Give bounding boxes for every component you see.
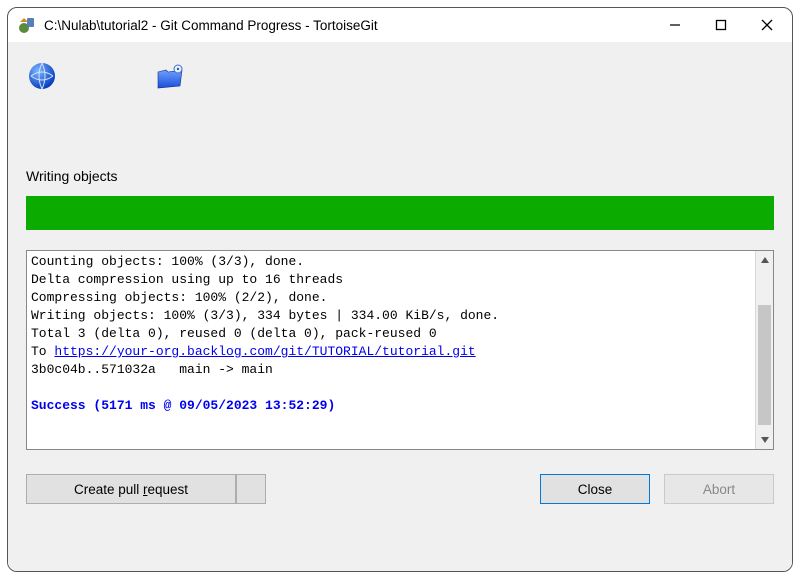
log-output: Counting objects: 100% (3/3), done. Delt… [26,250,774,450]
button-row: Create pull request Close Abort [26,474,774,504]
window-title: C:\Nulab\tutorial2 - Git Command Progres… [44,18,652,33]
scroll-up-icon[interactable] [756,251,773,269]
remote-folder-icon[interactable] [154,60,186,92]
scroll-thumb[interactable] [758,305,771,425]
button-label: Close [578,482,613,497]
success-line: Success (5171 ms @ 09/05/2023 13:52:29) [31,398,335,413]
abort-button: Abort [664,474,774,504]
progress-bar [26,196,774,230]
maximize-button[interactable] [698,9,744,41]
create-pull-request-button[interactable]: Create pull request [26,474,236,504]
create-pull-request-dropdown[interactable] [236,474,266,504]
scroll-track[interactable] [756,269,773,431]
titlebar: C:\Nulab\tutorial2 - Git Command Progres… [8,8,792,42]
app-icon [18,16,36,34]
remote-url-link[interactable]: https://your-org.backlog.com/git/TUTORIA… [54,344,475,359]
close-button[interactable]: Close [540,474,650,504]
log-line: To [31,344,54,359]
button-label: Abort [703,482,735,497]
log-line: Compressing objects: 100% (2/2), done. [31,290,327,305]
log-line: Counting objects: 100% (3/3), done. [31,254,304,269]
log-text[interactable]: Counting objects: 100% (3/3), done. Delt… [27,251,755,449]
dialog-window: C:\Nulab\tutorial2 - Git Command Progres… [7,7,793,572]
dialog-body: Writing objects Counting objects: 100% (… [8,42,792,571]
log-line: 3b0c04b..571032a main -> main [31,362,273,377]
log-line: Total 3 (delta 0), reused 0 (delta 0), p… [31,326,437,341]
close-window-button[interactable] [744,9,790,41]
minimize-button[interactable] [652,9,698,41]
status-label: Writing objects [26,168,774,184]
globe-icon[interactable] [26,60,58,92]
toolbar [26,56,774,112]
button-label: Create pull request [74,482,188,497]
log-line: Delta compression using up to 16 threads [31,272,343,287]
scroll-down-icon[interactable] [756,431,773,449]
log-scrollbar[interactable] [755,251,773,449]
log-line: Writing objects: 100% (3/3), 334 bytes |… [31,308,499,323]
